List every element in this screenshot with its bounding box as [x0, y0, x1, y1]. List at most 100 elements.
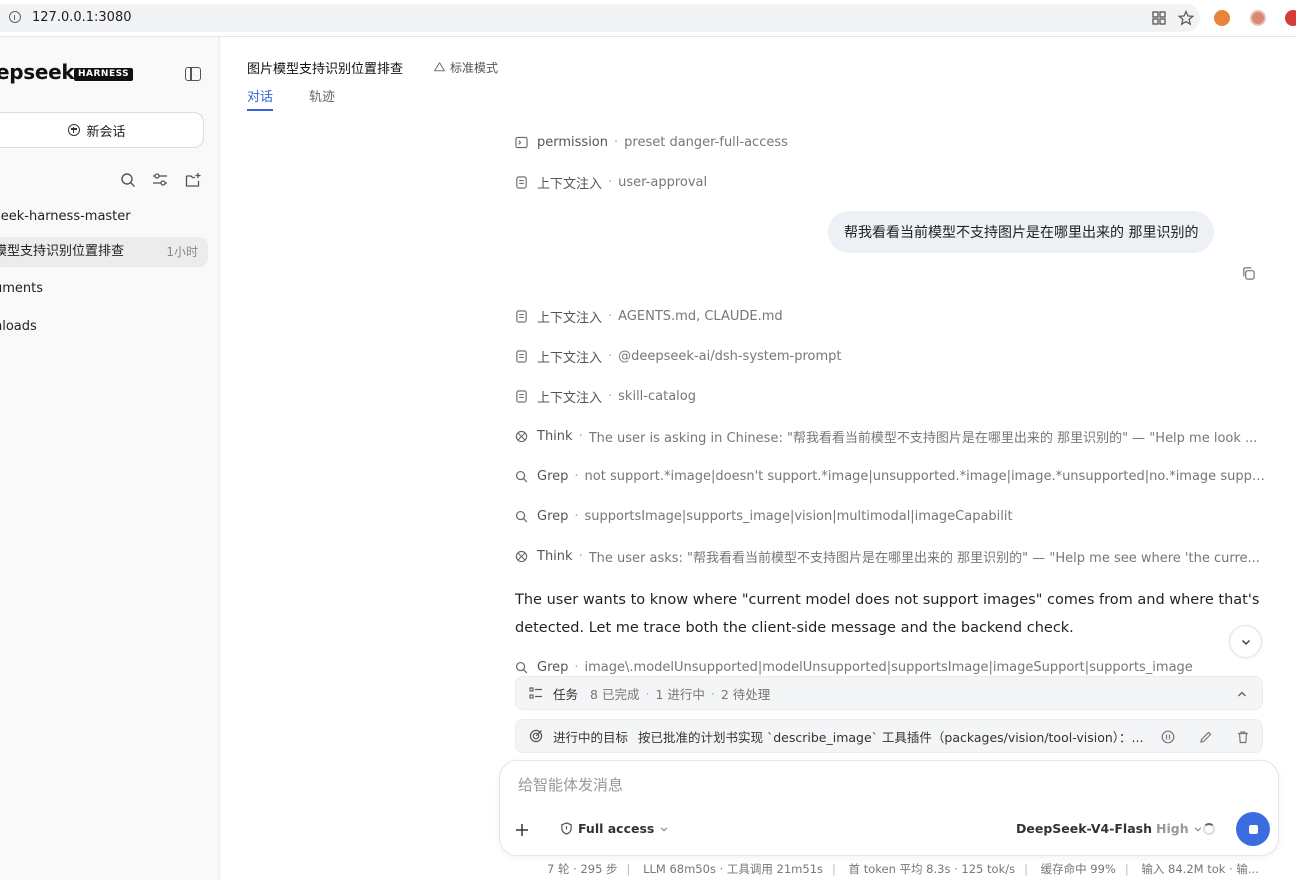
message-input[interactable]: [516, 775, 1220, 795]
search-icon[interactable]: [120, 172, 136, 188]
status-turns: 7 轮 · 295 步: [547, 862, 618, 876]
search-icon: [515, 510, 528, 522]
log-row[interactable]: 上下文注入 · @deepseek-ai/dsh-system-prompt: [515, 346, 1265, 366]
document-icon: [516, 389, 527, 403]
browser-toolbar: 127.0.0.1:3080: [0, 0, 1296, 37]
message-composer: Full access DeepSeek-V4-Flash High: [499, 760, 1279, 856]
new-chat-label: 新会话: [86, 124, 126, 140]
bookmark-star-icon[interactable]: [1178, 10, 1194, 26]
access-selector[interactable]: Full access: [560, 821, 669, 836]
stop-button[interactable]: [1236, 812, 1270, 846]
log-row-kind: 上下文注入: [537, 390, 603, 406]
sidebar-toggle-icon[interactable]: [185, 67, 201, 81]
sidebar-item-time: 1小时: [166, 245, 198, 259]
tab-trace[interactable]: 轨迹: [309, 86, 335, 105]
extension-fox-icon[interactable]: [1214, 10, 1230, 26]
harness-badge: HARNESS: [74, 68, 134, 81]
active-tab-indicator: [247, 109, 273, 111]
log-row-kind: 上下文注入: [537, 310, 603, 326]
search-icon: [515, 661, 528, 673]
sidebar-item-label: seek-harness-master: [0, 209, 131, 224]
task-summary-panel[interactable]: 任务 8 已完成 · 1 进行中 · 2 待处理: [515, 676, 1263, 710]
log-row-value: @deepseek-ai/dsh-system-prompt: [618, 348, 842, 364]
page-title: 图片模型支持识别位置排查: [247, 62, 404, 77]
mode-label: 标准模式: [450, 61, 499, 75]
new-folder-icon[interactable]: [185, 172, 201, 188]
scroll-to-bottom-button[interactable]: [1229, 625, 1262, 658]
model-name: DeepSeek-V4-Flash: [1016, 821, 1152, 836]
log-row-value: preset danger-full-access: [624, 134, 788, 150]
log-row[interactable]: 上下文注入 · skill-catalog: [515, 386, 1265, 406]
sidebar-item-project[interactable]: seek-harness-master: [0, 202, 208, 232]
filter-icon[interactable]: [152, 172, 168, 188]
sidebar-item-label: nloads: [0, 319, 37, 334]
mode-indicator[interactable]: 标准模式: [433, 59, 498, 76]
task-done-count: 8 已完成: [590, 686, 640, 702]
sidebar-item-label: uments: [0, 281, 44, 296]
install-app-icon[interactable]: [1151, 10, 1167, 26]
new-chat-button[interactable]: 新会话: [0, 112, 204, 148]
log-row[interactable]: permission · preset danger-full-access: [515, 132, 1265, 152]
chevron-down-icon: [1241, 639, 1250, 645]
status-timing: LLM 68m50s · 工具调用 21m51s: [643, 862, 824, 876]
chevron-down-icon: [661, 826, 668, 831]
delete-icon[interactable]: [1236, 730, 1250, 744]
document-icon: [516, 309, 527, 323]
add-attachment-icon[interactable]: [514, 822, 530, 838]
app-logo: epseek: [0, 60, 75, 84]
goal-panel[interactable]: 进行中的目标 按已批准的计划书实现 `describe_image` 工具插件（…: [515, 719, 1263, 753]
log-row[interactable]: Grep · supportsImage|supports_image|visio…: [515, 506, 1265, 526]
log-row[interactable]: 上下文注入 · user-approval: [515, 172, 1265, 192]
log-row-value: The user is asking in Chinese: "帮我看看当前模型…: [588, 430, 1258, 446]
task-running-count: 1 进行中: [655, 686, 705, 702]
log-row-value: supportsImage|supports_image|vision|mult…: [584, 508, 1013, 524]
copy-icon[interactable]: [1241, 266, 1256, 281]
log-row-kind: Grep: [537, 659, 569, 675]
user-message-bubble: 帮我看看当前模型不支持图片是在哪里出来的 那里识别的: [828, 211, 1215, 253]
sidebar-item-label: 模型支持识别位置排查: [0, 244, 125, 259]
shield-icon: [561, 822, 572, 835]
tab-conversation[interactable]: 对话: [247, 86, 273, 105]
task-list-icon: [529, 687, 542, 699]
log-row-kind: 上下文注入: [537, 350, 603, 366]
target-icon: [529, 729, 543, 743]
log-row-value: not support.*image|doesn't support.*imag…: [584, 468, 1265, 484]
reasoning-level: High: [1156, 821, 1189, 836]
log-row-kind: Think: [537, 548, 573, 564]
sidebar-item-downloads[interactable]: nloads: [0, 312, 208, 342]
think-icon: [515, 430, 528, 442]
address-bar[interactable]: 127.0.0.1:3080: [0, 4, 1200, 32]
log-row[interactable]: Think · The user is asking in Chinese: "帮…: [515, 426, 1265, 446]
terminal-icon: [515, 136, 528, 148]
log-row[interactable]: Think · The user asks: "帮我看看当前模型不支持图片是在哪里…: [515, 546, 1265, 566]
document-icon: [516, 349, 527, 363]
extension-adblock-icon[interactable]: [1285, 10, 1296, 26]
log-row-kind: Grep: [537, 468, 569, 484]
task-pending-count: 2 待处理: [720, 686, 771, 702]
plus-circle-icon: [68, 124, 81, 136]
log-row[interactable]: Grep · image\.modelUnsupported|modelUnsup…: [515, 658, 1265, 676]
log-row[interactable]: Grep · not support.*image|doesn't support…: [515, 466, 1265, 486]
edit-icon[interactable]: [1199, 730, 1213, 744]
sidebar-item-documents[interactable]: uments: [0, 274, 208, 304]
site-info-icon[interactable]: [9, 11, 21, 23]
task-label: 任务: [553, 686, 579, 702]
chevron-up-icon[interactable]: [1236, 688, 1248, 700]
log-row-kind: Grep: [537, 508, 569, 524]
extension-circle-icon[interactable]: [1250, 10, 1266, 26]
access-label: Full access: [578, 821, 655, 836]
log-row-kind: permission: [537, 134, 608, 150]
url-text[interactable]: 127.0.0.1:3080: [32, 10, 132, 25]
log-row-value: The user asks: "帮我看看当前模型不支持图片是在哪里出来的 那里识…: [588, 550, 1260, 566]
sidebar: epseek HARNESS 新会话 seek-harness-master 模…: [0, 37, 220, 880]
sidebar-item-active-session[interactable]: 模型支持识别位置排查 1小时: [0, 237, 208, 267]
assistant-message: The user wants to know where "current mo…: [515, 592, 1260, 636]
goal-text: 按已批准的计划书实现 `describe_image` 工具插件（package…: [638, 729, 1144, 745]
status-bar: 7 轮 · 295 步 | LLM 68m50s · 工具调用 21m51s | 首…: [547, 862, 1259, 876]
model-selector[interactable]: DeepSeek-V4-Flash High: [1016, 821, 1203, 836]
pause-icon[interactable]: [1161, 730, 1175, 744]
recycle-icon: [433, 62, 446, 72]
chevron-down-icon: [1194, 826, 1201, 831]
log-row[interactable]: 上下文注入 · AGENTS.md, CLAUDE.md: [515, 306, 1265, 326]
log-row-value: user-approval: [618, 174, 708, 190]
